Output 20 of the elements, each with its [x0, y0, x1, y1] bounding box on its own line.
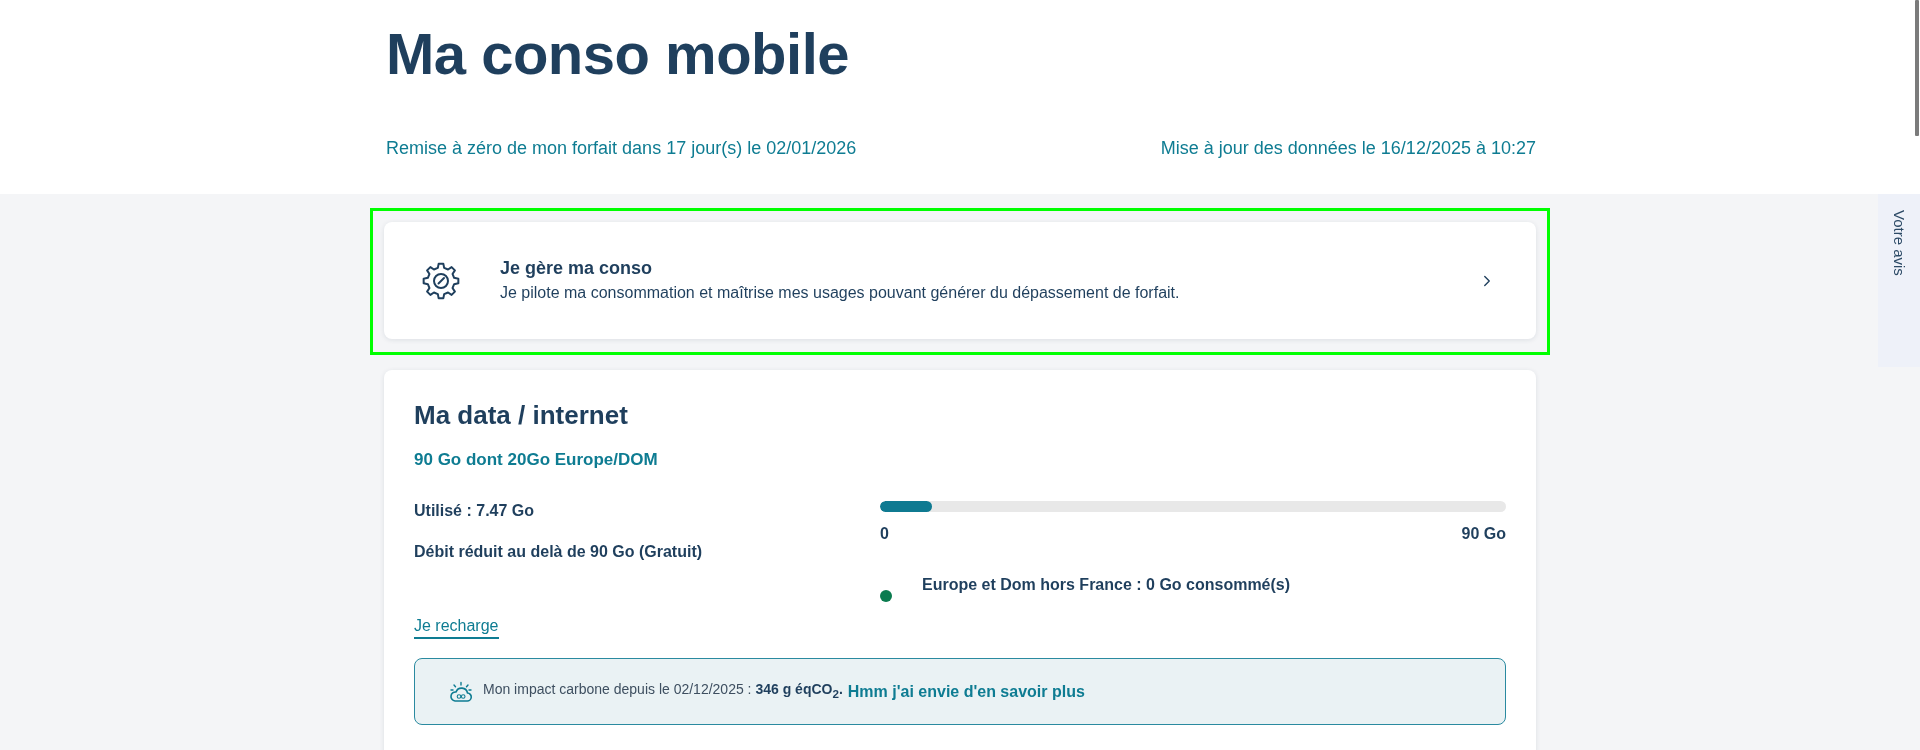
plan-text: 90 Go dont 20Go Europe/DOM: [414, 450, 659, 470]
recharge-link[interactable]: Je recharge: [414, 616, 499, 639]
manage-consumption-card[interactable]: Je gère ma conso Je pilote ma consommation et maîtrise mes usages pouvant générer du dépassement de forfait.: [384, 222, 1536, 339]
feedback-tab[interactable]: Votre avis: [1878, 194, 1920, 367]
reset-date-text: Remise à zéro de mon forfait dans 17 jour(s) le 02/01/2026: [386, 137, 857, 160]
scrollbar-thumb[interactable]: [1915, 0, 1919, 136]
update-date-text: Mise à jour des données le 16/12/2025 à 10:27: [1160, 137, 1536, 160]
usage-detail: Utilisé : 7.47 Go: [414, 501, 536, 521]
section-title: Ma data / internet: [414, 400, 629, 430]
scale-max-label: 90 Go: [1461, 524, 1506, 544]
usage-detail: Débit réduit au delà de 90 Go (Gratuit): [414, 542, 704, 562]
settings-icon: [422, 261, 460, 300]
scale-min-label: 0: [880, 524, 889, 544]
card-description: Je pilote ma consommation et maîtrise mes usages pouvant générer du dépassement de forfait.: [500, 283, 1181, 303]
carbon-impact-text: Mon impact carbone depuis le 02/12/2025 : 346 g éqCO$_{2}$.: [483, 680, 843, 702]
page-title: Ma conso mobile: [386, 20, 850, 88]
learn-more-link[interactable]: Hmm j'ai envie d'en savoir plus: [847, 681, 1085, 702]
legend-text: Europe et Dom hors France : 0 Go consommé(s): [922, 575, 1291, 595]
card-title: Je gère ma conso: [500, 257, 654, 279]
cloud-icon: [449, 680, 473, 703]
